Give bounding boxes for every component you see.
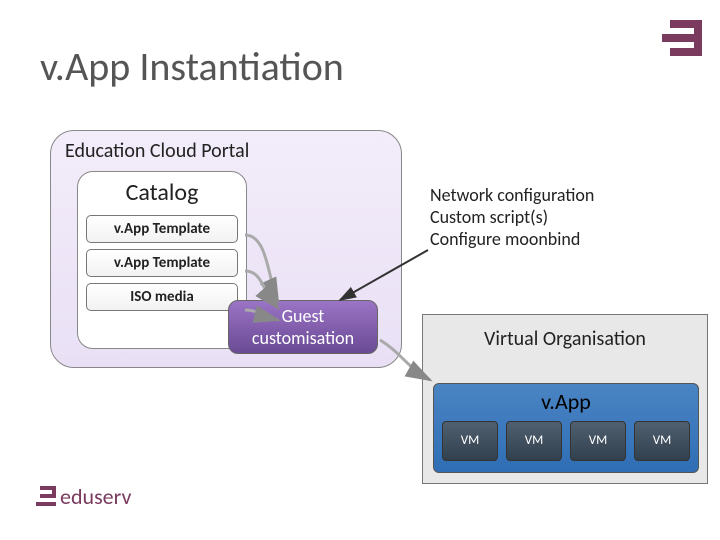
guest-line2: customisation — [252, 327, 354, 349]
eduserv-e-icon — [36, 486, 56, 506]
catalog-item: ISO media — [86, 283, 238, 311]
page-title: v.App Instantiation — [40, 42, 344, 91]
vm-box: VM — [570, 421, 626, 461]
eduserv-logo: eduserv — [36, 483, 131, 510]
config-line1: Network configuration — [430, 184, 594, 206]
vapp-panel: v.App VM VM VM VM — [433, 383, 699, 473]
portal-title: Education Cloud Portal — [65, 139, 249, 163]
vm-row: VM VM VM VM — [434, 421, 698, 461]
catalog-title: Catalog — [78, 178, 246, 207]
vapp-title: v.App — [434, 388, 698, 415]
catalog-item: v.App Template — [86, 215, 238, 243]
eduserv-mark-icon — [662, 20, 702, 70]
brand-text: eduserv — [60, 483, 131, 510]
vm-box: VM — [634, 421, 690, 461]
config-line3: Configure moonbind — [430, 228, 580, 250]
vm-box: VM — [442, 421, 498, 461]
guest-line1: Guest — [282, 305, 325, 327]
guest-customisation-box: Guest customisation — [228, 300, 378, 354]
catalog-panel: Catalog v.App Template v.App Template IS… — [77, 171, 247, 349]
vo-title: Virtual Organisation — [423, 327, 707, 351]
config-text: Network configuration Custom script(s) C… — [430, 184, 594, 250]
vm-box: VM — [506, 421, 562, 461]
catalog-item: v.App Template — [86, 249, 238, 277]
config-line2: Custom script(s) — [430, 206, 548, 228]
virtual-organisation-panel: Virtual Organisation v.App VM VM VM VM — [422, 314, 708, 484]
